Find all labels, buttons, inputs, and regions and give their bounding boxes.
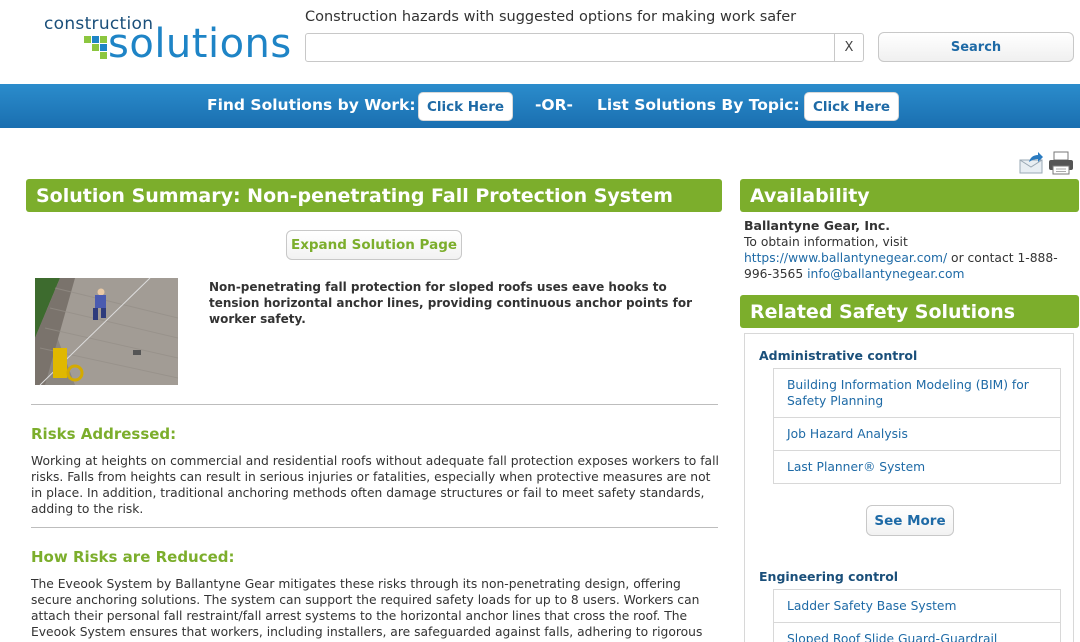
availability-heading: Availability — [740, 179, 1079, 212]
group-title-engineering: Engineering control — [759, 569, 899, 584]
solutions-nav-bar: Find Solutions by Work: Click Here -OR- … — [0, 84, 1080, 128]
related-list-engineering: Ladder Safety Base System Sloped Roof Sl… — [773, 589, 1061, 642]
company-email-link[interactable]: info@ballantynegear.com — [807, 267, 964, 281]
find-by-work-button[interactable]: Click Here — [418, 92, 513, 121]
related-item[interactable]: Ladder Safety Base System — [774, 590, 1060, 623]
search-button[interactable]: Search — [878, 32, 1074, 62]
solution-title: Solution Summary: Non-penetrating Fall P… — [26, 179, 722, 212]
section-divider — [31, 404, 718, 405]
group-title-administrative: Administrative control — [759, 348, 918, 363]
or-separator: -OR- — [535, 96, 573, 114]
search-field-wrapper — [305, 33, 835, 62]
related-list-administrative: Building Information Modeling (BIM) for … — [773, 368, 1061, 484]
expand-solution-button[interactable]: Expand Solution Page — [286, 230, 462, 260]
by-topic-button[interactable]: Click Here — [804, 92, 899, 121]
see-more-button[interactable]: See More — [866, 505, 954, 536]
related-item[interactable]: Sloped Roof Slide Guard-Guardrail System — [774, 623, 1060, 642]
print-icon[interactable] — [1048, 151, 1074, 175]
section-divider — [31, 527, 718, 528]
solution-photo — [35, 278, 178, 385]
clear-search-button[interactable]: X — [834, 33, 864, 62]
related-item[interactable]: Last Planner® System — [774, 451, 1060, 483]
risks-heading: Risks Addressed: — [31, 425, 177, 443]
site-tagline: Construction hazards with suggested opti… — [305, 9, 797, 25]
availability-text: To obtain information, visit https://www… — [744, 234, 1074, 282]
related-item[interactable]: Building Information Modeling (BIM) for … — [774, 369, 1060, 418]
reduced-text: The Eveook System by Ballantyne Gear mit… — [31, 577, 703, 642]
availability-intro: To obtain information, visit — [744, 235, 908, 249]
company-name: Ballantyne Gear, Inc. — [744, 218, 891, 233]
search-input[interactable] — [306, 34, 834, 61]
related-panel: Administrative control Building Informat… — [744, 333, 1074, 642]
find-by-work-label: Find Solutions by Work: — [207, 96, 416, 114]
related-item[interactable]: Job Hazard Analysis — [774, 418, 1060, 451]
logo-dots-icon — [84, 36, 108, 60]
risks-text: Working at heights on commercial and res… — [31, 454, 719, 516]
site-header: construction solutions Construction haza… — [0, 0, 1080, 84]
solution-summary: Non-penetrating fall protection for slop… — [209, 280, 692, 326]
company-website-link[interactable]: https://www.ballantynegear.com/ — [744, 251, 947, 265]
logo-bottom-word: solutions — [108, 21, 292, 67]
related-heading: Related Safety Solutions — [740, 295, 1079, 328]
by-topic-label: List Solutions By Topic: — [597, 96, 800, 114]
share-icon[interactable] — [1019, 152, 1044, 174]
reduced-heading: How Risks are Reduced: — [31, 548, 235, 566]
site-logo[interactable]: construction solutions — [44, 14, 294, 66]
